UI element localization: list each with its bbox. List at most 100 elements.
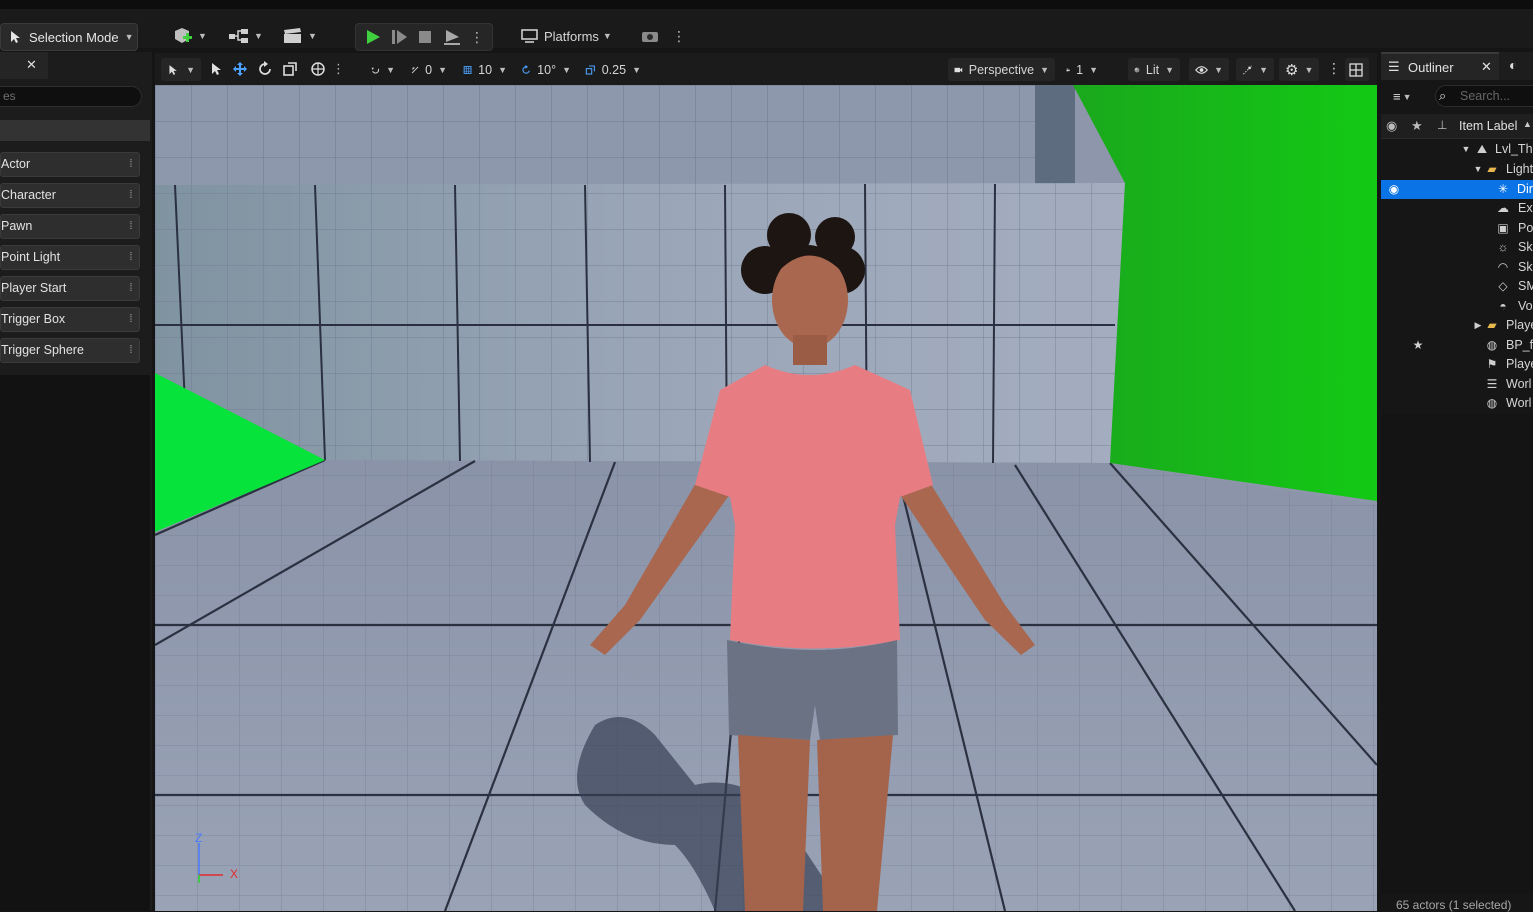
outliner-tabbar: ☰ Outliner ✕ ◐ [1381,52,1533,80]
outliner-row-directional-light[interactable]: ◉ ✳ Dir [1381,180,1533,199]
more-options-icon[interactable]: ⋮ [470,29,484,46]
surface-snap-icon [371,67,380,73]
select-arrow-icon[interactable] [209,61,223,77]
star-column-icon[interactable]: ★ [1411,118,1423,134]
selection-mode-dropdown[interactable]: Selection Mode ▼ [0,23,138,51]
more-options-icon[interactable]: ⋮ [672,28,686,45]
chevron-down-icon: ▼ [562,64,571,75]
realtime-dropdown[interactable]: ▼ [1236,58,1274,81]
outliner-row-lighting-folder[interactable]: ▼ ▰ Light [1381,160,1533,179]
list-item-pawn[interactable]: Pawn ⁞⁞ [0,214,140,239]
drag-handle-icon[interactable]: ⁞⁞ [129,215,133,238]
lit-mode-dropdown[interactable]: Lit ▼ [1128,58,1180,81]
pin-column-icon[interactable]: ⊥ [1437,118,1447,132]
tab-outliner[interactable]: ☰ Outliner ✕ [1381,52,1499,80]
row-label: Playe [1506,357,1533,371]
chevron-down-icon: ▼ [198,31,207,41]
more-options-icon[interactable]: ⋮ [332,61,345,77]
expand-arrow-icon[interactable]: ▼ [1471,162,1485,176]
outliner-row-player-folder[interactable]: ▶ ▰ Playe [1381,316,1533,335]
axis-gizmo: Z X [193,831,253,893]
cinematics-button[interactable]: ▼ [282,23,317,49]
panel-empty-area [0,375,150,911]
platforms-dropdown[interactable]: Platforms ▼ [520,23,612,49]
viewport-settings-dropdown[interactable]: ⚙ ▼ [1279,58,1319,81]
more-options-icon[interactable]: ⋮ [1327,60,1341,77]
search-icon: ⌕ [1439,88,1447,103]
perspective-dropdown[interactable]: Perspective ▼ [948,58,1055,81]
step-forward-icon[interactable] [390,28,408,46]
drag-handle-icon[interactable]: ⁞⁞ [129,277,133,300]
scale-snap-icon [585,64,595,75]
transform-mode-dropdown[interactable]: ▼ [161,58,201,81]
sort-ascending-icon[interactable]: ▲ [1523,119,1532,129]
details-tab-icon[interactable]: ◐ [1509,57,1517,73]
outliner-row-world-partition[interactable]: ◍ Worl [1381,394,1533,413]
outliner-row-world-data-layers[interactable]: ☰ Worl [1381,375,1533,394]
panel-tab[interactable]: ✕ [0,52,48,79]
row-label: Po [1518,221,1533,235]
drag-handle-icon[interactable]: ⁞⁞ [129,246,133,269]
list-item-player-start[interactable]: Player Start ⁞⁞ [0,276,140,301]
outliner-row-sky-light[interactable]: ◠ Sk [1381,258,1533,277]
drag-handle-icon[interactable]: ⁞⁞ [129,153,133,176]
translate-snap-dropdown[interactable]: 0 ▼ [405,58,453,81]
coordinate-system[interactable]: ⋮ [310,61,345,77]
outliner-row-volumetric-cloud[interactable]: ◓ Vo [1381,297,1533,316]
row-label: Sk [1518,260,1533,274]
list-item-character[interactable]: Character ⁞⁞ [0,183,140,208]
visibility-column-icon[interactable]: ◉ [1386,118,1397,134]
search-input[interactable]: Search... [1435,85,1533,107]
play-icon[interactable] [364,28,382,46]
camera-icon [954,67,963,72]
filter-dropdown[interactable]: ≡ ▼ [1393,89,1412,104]
rotate-icon[interactable] [257,61,273,77]
translate-icon[interactable] [232,61,248,77]
outliner-row-static-mesh[interactable]: ◇ SM [1381,277,1533,296]
list-item-trigger-sphere[interactable]: Trigger Sphere ⁞⁞ [0,338,140,363]
stop-icon[interactable] [416,28,434,46]
surface-snapping-dropdown[interactable]: ▼ [365,58,401,81]
camera-speed-dropdown[interactable]: 1 ▼ [1060,58,1104,81]
chevron-down-icon: ▼ [254,31,263,41]
drag-handle-icon[interactable]: ⁞⁞ [129,339,133,362]
level-viewport[interactable]: ▼ ⋮ ▼ 0 ▼ 10 ▼ 10° ▼ 0.25 ▼ Perspective … [155,53,1377,911]
layout-button[interactable] [1345,58,1369,81]
viewport-toolbar: ▼ ⋮ ▼ 0 ▼ 10 ▼ 10° ▼ 0.25 ▼ Perspective … [155,53,1377,85]
outliner-row-level[interactable]: ▼ ⛰ Lvl_Th [1381,140,1533,159]
close-icon[interactable]: ✕ [26,57,37,73]
item-label-column[interactable]: Item Label [1459,119,1517,133]
search-input[interactable]: es [0,86,142,107]
rotate-snap-dropdown[interactable]: 10° ▼ [515,58,577,81]
show-flags-dropdown[interactable]: ▼ [1189,58,1229,81]
place-actors-panel: ✕ es Actor ⁞⁞ Character ⁞⁞ Pawn ⁞⁞ Point Li… [0,52,152,911]
scale-icon[interactable] [282,61,298,77]
settings-game-button[interactable]: ⋮ [640,23,686,49]
expand-arrow-icon[interactable]: ▼ [1459,142,1473,156]
outliner-row-player-start[interactable]: ⚑ Playe [1381,355,1533,374]
expand-arrow-icon[interactable]: ▶ [1471,318,1485,332]
drag-handle-icon[interactable]: ⁞⁞ [129,184,133,207]
blueprints-button[interactable]: ▼ [228,23,263,49]
list-item-trigger-box[interactable]: Trigger Box ⁞⁞ [0,307,140,332]
add-content-button[interactable]: ▼ [172,23,207,49]
outliner-row-sky-atmosphere[interactable]: ☼ Sk [1381,238,1533,257]
outliner-row-post-process[interactable]: ▣ Po [1381,219,1533,238]
gear-icon: ⚙ [1285,61,1299,79]
close-icon[interactable]: ✕ [1481,59,1492,75]
outliner-row-blueprint[interactable]: ★ ◍ BP_f [1381,336,1533,355]
star-icon[interactable]: ★ [1411,338,1425,352]
grid-snap-dropdown[interactable]: 10 ▼ [457,58,513,81]
list-item-point-light[interactable]: Point Light ⁞⁞ [0,245,140,270]
list-item-actor[interactable]: Actor ⁞⁞ [0,152,140,177]
drag-handle-icon[interactable]: ⁞⁞ [129,308,133,331]
row-label: Sk [1518,240,1533,254]
axis-z-label: Z [195,831,203,845]
list-item-label: Actor [1,157,31,171]
actor-list: Actor ⁞⁞ Character ⁞⁞ Pawn ⁞⁞ Point Light ⁞⁞… [0,152,140,369]
eject-possess-icon[interactable] [442,28,462,46]
scale-snap-dropdown[interactable]: 0.25 ▼ [579,58,647,81]
perspective-label: Perspective [968,62,1035,77]
outliner-row-fog[interactable]: ☁ Ex [1381,199,1533,218]
eye-icon[interactable]: ◉ [1387,182,1401,196]
